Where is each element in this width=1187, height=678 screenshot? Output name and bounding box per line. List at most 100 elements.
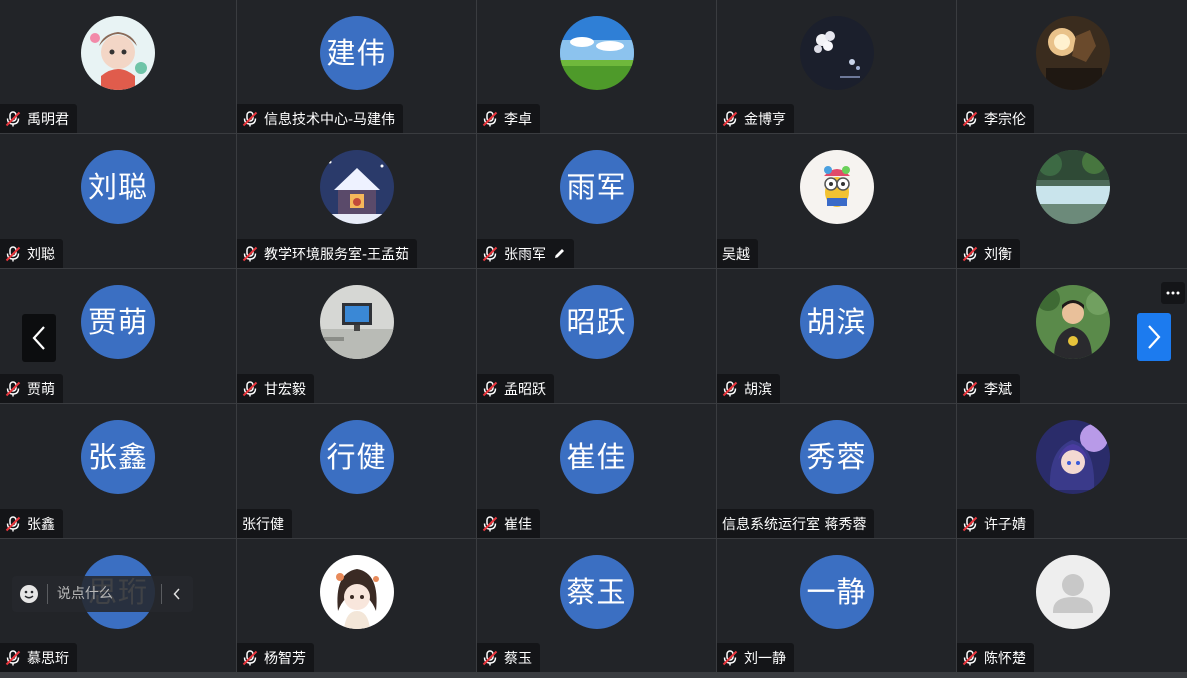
name-tag: 李卓 [477,104,540,133]
forest-river-avatar [1035,150,1110,224]
anime-character-avatar [319,555,394,629]
participant-tile[interactable]: 甘宏毅 [237,269,476,403]
participant-tile[interactable]: 秀蓉 信息系统运行室 蒋秀蓉 [717,404,956,538]
participant-name: 禹明君 [27,111,69,128]
participant-name: 胡滨 [744,381,772,398]
next-page-button[interactable] [1137,313,1171,361]
participant-name: 张雨军 [504,246,546,263]
participant-name: 信息技术中心-马建伟 [264,111,396,128]
participant-tile[interactable]: 吴越 [717,134,956,268]
participant-name: 吴越 [722,246,750,263]
participant-name: 刘一静 [744,650,786,667]
mic-muted-icon [482,380,498,396]
participant-tile[interactable]: 杨智芳 [237,539,476,672]
participant-tile[interactable]: 行健 张行健 [237,404,476,538]
name-tag: 禹明君 [0,104,77,133]
participant-tile[interactable]: 陈怀楚 [957,539,1187,672]
participant-tile[interactable]: 刘衡 [957,134,1187,268]
mic-muted-icon [722,380,738,396]
emoji-button[interactable] [12,576,47,612]
office-screen-avatar [319,285,394,359]
name-tag: 贾萌 [0,374,63,403]
participant-tile[interactable]: 胡滨 胡滨 [717,269,956,403]
participant-name: 李卓 [504,111,532,128]
participant-tile[interactable]: 蔡玉 蔡玉 [477,539,716,672]
name-tag: 信息技术中心-马建伟 [237,104,404,133]
participant-name: 刘衡 [984,246,1012,263]
participant-name: 杨智芳 [264,650,306,667]
avatar: 一静 [799,555,874,629]
participant-tile[interactable]: 禹明君 [0,0,236,133]
name-tag: 刘聪 [0,239,63,268]
participant-tile[interactable]: 建伟信息技术中心-马建伟 [237,0,476,133]
participant-name: 李斌 [984,381,1012,398]
participant-tile[interactable]: 李宗伦 [957,0,1187,133]
name-tag: 张雨军 [477,239,574,268]
collapse-chat-button[interactable] [162,576,193,612]
chevron-right-icon [1148,325,1161,349]
mic-muted-icon [5,649,21,665]
name-tag: 胡滨 [717,374,780,403]
mic-muted-icon [482,649,498,665]
avatar: 贾萌 [81,285,155,359]
avatar: 蔡玉 [559,555,634,629]
name-tag: 李斌 [957,374,1020,403]
participant-tile[interactable]: 一静刘一静 [717,539,956,672]
boy-photo-avatar [1035,285,1110,359]
mic-muted-icon [5,110,21,126]
participant-tile[interactable]: 张鑫 张鑫 [0,404,236,538]
sculpture-avatar [1035,16,1110,90]
avatar: 昭跃 [559,285,634,359]
mic-muted-icon [962,649,978,665]
name-tag: 刘衡 [957,239,1020,268]
night-flowers-avatar [799,16,874,90]
name-tag: 金博亨 [717,104,794,133]
chat-input[interactable] [47,586,161,602]
participant-tile[interactable]: 许子婧 [957,404,1187,538]
mic-muted-icon [722,110,738,126]
snow-house-avatar [319,150,394,224]
avatar: 行健 [319,420,394,494]
name-tag: 慕思珩 [0,643,77,672]
anime-girl-avatar [1035,420,1110,494]
mic-muted-icon [242,649,258,665]
participant-tile[interactable]: 刘聪 刘聪 [0,134,236,268]
participant-name: 陈怀楚 [984,650,1026,667]
participant-tile[interactable]: 崔佳 崔佳 [477,404,716,538]
participant-tile[interactable]: 李卓 [477,0,716,133]
participant-tile[interactable]: 雨军张雨军 [477,134,716,268]
name-tag: 陈怀楚 [957,643,1034,672]
name-tag: 杨智芳 [237,643,314,672]
name-tag: 孟昭跃 [477,374,554,403]
name-tag: 教学环境服务室-王孟茹 [237,239,418,268]
landscape-sky-avatar [559,16,634,90]
avatar: 刘聪 [81,150,155,224]
name-tag: 张行健 [237,509,292,538]
name-tag: 蔡玉 [477,643,540,672]
avatar: 建伟 [319,16,394,90]
mic-muted-icon [5,515,21,531]
avatar: 崔佳 [559,420,634,494]
mic-muted-icon [962,110,978,126]
avatar: 胡滨 [799,285,874,359]
participant-name: 慕思珩 [27,650,69,667]
previous-page-button[interactable] [22,314,56,362]
chevron-left-icon [173,588,180,600]
mic-muted-icon [242,110,258,126]
participant-tile[interactable]: 昭跃 孟昭跃 [477,269,716,403]
participant-name: 刘聪 [27,246,55,263]
avatar: 雨军 [559,150,634,224]
colorful-minion-avatar [799,150,874,224]
participant-tile[interactable]: 教学环境服务室-王孟茹 [237,134,476,268]
mic-muted-icon [722,649,738,665]
mic-muted-icon [962,380,978,396]
participant-name: 李宗伦 [984,111,1026,128]
default-user-avatar [1035,555,1110,629]
mic-muted-icon [5,380,21,396]
name-tag: 甘宏毅 [237,374,314,403]
participant-tile[interactable]: 金博亨 [717,0,956,133]
name-tag: 吴越 [717,239,758,268]
name-tag: 许子婧 [957,509,1034,538]
mic-muted-icon [482,110,498,126]
more-options-button[interactable] [1161,282,1185,304]
